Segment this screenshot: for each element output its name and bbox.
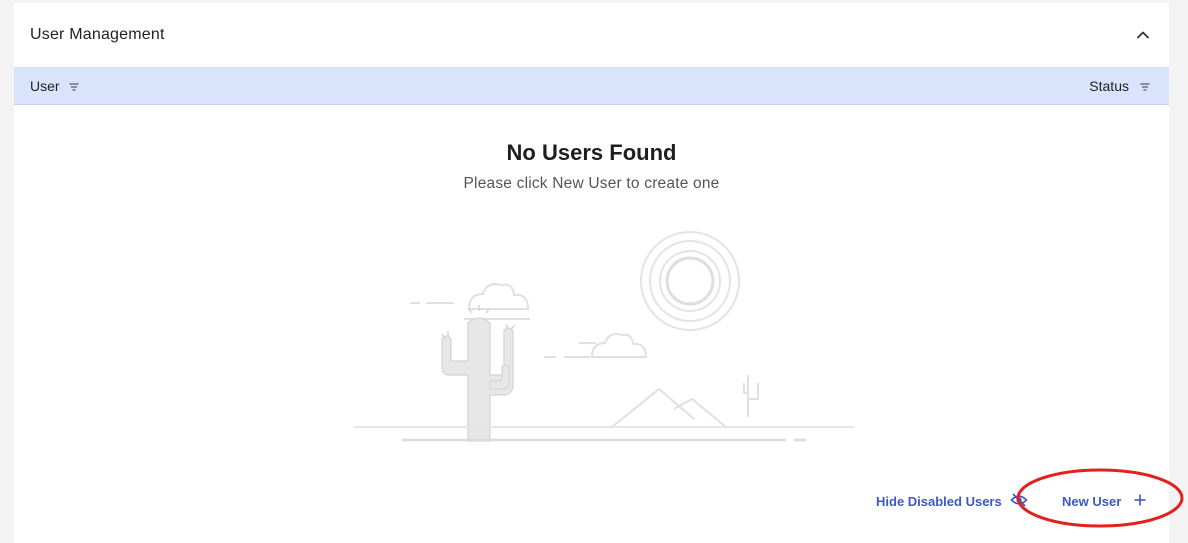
panel-title: User Management <box>30 26 165 43</box>
desert-cactus-illustration <box>334 231 854 446</box>
column-label-user: User <box>30 77 60 94</box>
user-management-panel: User Management User Status No Users Fou… <box>14 3 1169 543</box>
empty-state-subtitle: Please click New User to create one <box>463 175 720 192</box>
eye-hidden-icon <box>1010 492 1028 511</box>
footer-actions: Hide Disabled Users New User <box>14 491 1169 511</box>
new-user-button[interactable]: New User <box>1062 491 1147 511</box>
empty-state-title: No Users Found <box>506 140 677 165</box>
plus-icon <box>1133 493 1147 510</box>
chevron-up-icon[interactable] <box>1135 27 1151 43</box>
column-header-user[interactable]: User <box>30 67 80 104</box>
table-header: User Status <box>14 67 1169 105</box>
filter-icon[interactable] <box>68 80 80 92</box>
hide-disabled-users-label: Hide Disabled Users <box>876 493 1002 509</box>
new-user-label: New User <box>1062 493 1122 509</box>
column-label-status: Status <box>1089 77 1129 94</box>
column-header-status[interactable]: Status <box>1089 67 1151 104</box>
hide-disabled-users-button[interactable]: Hide Disabled Users <box>876 491 1028 511</box>
panel-header: User Management <box>14 3 1169 67</box>
filter-icon[interactable] <box>1139 80 1151 92</box>
